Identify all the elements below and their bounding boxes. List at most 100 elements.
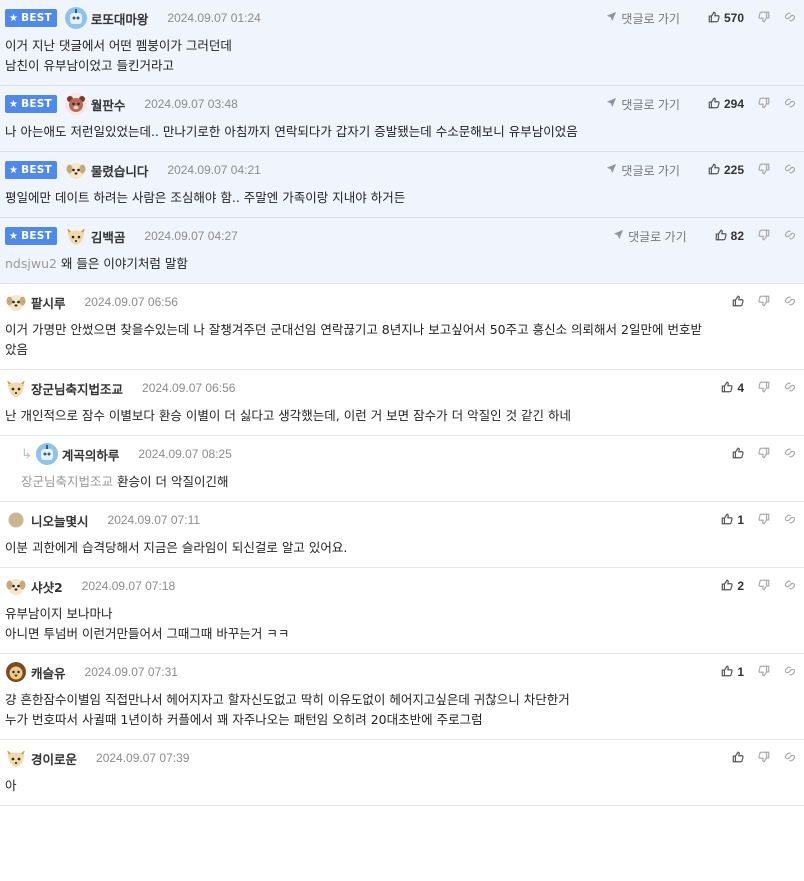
upvote-button[interactable]: 1 xyxy=(721,665,744,680)
upvote-button[interactable]: 1 xyxy=(721,513,744,528)
comment-body: 걍 흔한잠수이별임 직접만나서 헤어지자고 할자신도없고 딱히 이유도없이 헤어… xyxy=(5,690,796,739)
share-link-button[interactable] xyxy=(784,751,796,766)
send-icon xyxy=(613,229,628,243)
thumbs-down-icon xyxy=(758,447,770,462)
comment-header: 니오늘몇시 2024.09.07 07:11 1 xyxy=(5,502,796,538)
go-to-reply-link[interactable]: 댓글로 가기 xyxy=(606,10,680,27)
user-nickname[interactable]: 경이로운 xyxy=(31,749,77,768)
share-link-button[interactable] xyxy=(784,513,796,528)
downvote-button[interactable] xyxy=(758,513,770,528)
user-nickname[interactable]: 월판수 xyxy=(91,95,126,114)
downvote-button[interactable] xyxy=(758,579,770,594)
link-icon xyxy=(784,163,796,178)
comment-actions: 1 xyxy=(707,513,796,528)
user-nickname[interactable]: 샤샷2 xyxy=(31,577,63,596)
downvote-button[interactable] xyxy=(758,97,770,112)
best-badge: ★ BEST xyxy=(5,9,57,27)
puppy-avatar-icon[interactable] xyxy=(5,575,27,597)
downvote-button[interactable] xyxy=(758,665,770,680)
fox-avatar-icon[interactable] xyxy=(5,377,27,399)
comment: 샤샷2 2024.09.07 07:18 2 유부남이지 보나마나 아니면 투넘버 이런… xyxy=(0,568,804,654)
dot-avatar-icon[interactable] xyxy=(5,509,27,531)
upvote-button[interactable]: 2 xyxy=(721,579,744,594)
downvote-button[interactable] xyxy=(758,163,770,178)
comment-date: 2024.09.07 07:31 xyxy=(84,665,178,679)
link-icon xyxy=(784,579,796,594)
share-link-button[interactable] xyxy=(784,381,796,396)
robot-avatar-icon[interactable] xyxy=(64,7,87,29)
user-nickname[interactable]: 장군님축지법조교 xyxy=(31,379,123,398)
robot-avatar-icon[interactable] xyxy=(35,443,58,465)
thumbs-up-icon xyxy=(732,447,744,462)
share-link-button[interactable] xyxy=(784,295,796,310)
downvote-button[interactable] xyxy=(758,381,770,396)
downvote-button[interactable] xyxy=(758,751,770,766)
upvote-button[interactable]: 570 xyxy=(708,11,744,26)
go-to-reply-link[interactable]: 댓글로 가기 xyxy=(606,162,680,179)
share-link-button[interactable] xyxy=(784,447,796,462)
share-link-button[interactable] xyxy=(784,11,796,26)
fox-avatar-icon[interactable] xyxy=(65,225,87,247)
comment-line: 았음 xyxy=(5,342,29,357)
comment-header: ★ BEST 로또대마왕 2024.09.07 01:24 댓글로 가기 570 xyxy=(5,0,796,36)
user-nickname[interactable]: 계곡의하루 xyxy=(62,445,120,464)
downvote-button[interactable] xyxy=(758,295,770,310)
mention-tag[interactable]: 장군님축지법조교 xyxy=(21,474,113,489)
upvote-button[interactable]: 294 xyxy=(708,97,744,112)
downvote-button[interactable] xyxy=(758,11,770,26)
go-to-reply-link[interactable]: 댓글로 가기 xyxy=(606,96,680,113)
user-nickname[interactable]: 캐슬유 xyxy=(31,663,66,682)
comment-header: 캐슬유 2024.09.07 07:31 1 xyxy=(5,654,796,690)
upvote-button[interactable] xyxy=(732,447,744,462)
comment-date: 2024.09.07 04:27 xyxy=(144,229,238,243)
comment-actions: 4 xyxy=(707,381,796,396)
share-link-button[interactable] xyxy=(784,579,796,594)
downvote-button[interactable] xyxy=(758,229,770,244)
comment: 장군님축지법조교 2024.09.07 06:56 4 난 개인적으로 잠수 이별보다… xyxy=(0,370,804,436)
go-to-reply-link[interactable]: 댓글로 가기 xyxy=(613,228,687,245)
share-link-button[interactable] xyxy=(784,665,796,680)
comment-actions: 댓글로 가기 570 xyxy=(606,10,796,27)
puppy-avatar-icon[interactable] xyxy=(5,291,27,313)
user-nickname[interactable]: 로또대마왕 xyxy=(91,9,149,28)
thumbs-down-icon xyxy=(758,513,770,528)
bear-avatar-icon[interactable] xyxy=(64,93,87,115)
comment: 팥시루 2024.09.07 06:56 이거 가명만 안썼으면 찾을수있는데 나 … xyxy=(0,284,804,370)
upvote-count: 1 xyxy=(737,513,744,527)
comment-line: 난 개인적으로 잠수 이별보다 환승 이별이 더 싫다고 생각했는데, 이런 거… xyxy=(5,408,572,423)
user-nickname[interactable]: 팥시루 xyxy=(31,293,66,312)
mention-tag[interactable]: ndsjwu2 xyxy=(5,256,57,271)
comment-date: 2024.09.07 04:21 xyxy=(167,163,261,177)
user-nickname[interactable]: 물렸습니다 xyxy=(91,161,149,180)
thumbs-up-icon xyxy=(721,381,733,396)
comment-date: 2024.09.07 07:39 xyxy=(96,751,190,765)
comment-header: ★ BEST 물렸습니다 2024.09.07 04:21 댓글로 가기 225 xyxy=(5,152,796,188)
best-comment: ★ BEST 김백곰 2024.09.07 04:27 댓글로 가기 82 ndsjwu2 왜… xyxy=(0,218,804,284)
comment-header: 팥시루 2024.09.07 06:56 xyxy=(5,284,796,320)
star-icon: ★ xyxy=(9,164,19,176)
comment-date: 2024.09.07 06:56 xyxy=(84,295,178,309)
best-badge: ★ BEST xyxy=(5,161,57,179)
upvote-button[interactable]: 82 xyxy=(715,229,744,244)
comment-body: 이거 지난 댓글에서 어떤 펨붕이가 그러던데 남친이 유부남이었고 들킨거라고 xyxy=(5,36,796,85)
best-comment: ★ BEST 로또대마왕 2024.09.07 01:24 댓글로 가기 570 이거 지난… xyxy=(0,0,804,86)
downvote-button[interactable] xyxy=(758,447,770,462)
upvote-button[interactable]: 225 xyxy=(708,163,744,178)
comment-body: 평일에만 데이트 하려는 사람은 조심해야 함.. 주말엔 가족이랑 지내야 하… xyxy=(5,188,796,217)
comment-date: 2024.09.07 06:56 xyxy=(142,381,236,395)
share-link-button[interactable] xyxy=(784,163,796,178)
share-link-button[interactable] xyxy=(784,97,796,112)
puppy-avatar-icon[interactable] xyxy=(65,159,87,181)
best-badge: ★ BEST xyxy=(5,95,57,113)
upvote-button[interactable] xyxy=(732,295,744,310)
lion-avatar-icon[interactable] xyxy=(5,661,27,683)
comment: 캐슬유 2024.09.07 07:31 1 걍 흔한잠수이별임 직접만나서 헤어지자… xyxy=(0,654,804,740)
user-nickname[interactable]: 니오늘몇시 xyxy=(31,511,89,530)
link-icon xyxy=(784,381,796,396)
upvote-button[interactable] xyxy=(732,751,744,766)
user-nickname[interactable]: 김백곰 xyxy=(91,227,126,246)
upvote-button[interactable]: 4 xyxy=(721,381,744,396)
share-link-button[interactable] xyxy=(784,229,796,244)
upvote-count: 82 xyxy=(730,229,744,243)
fox-avatar-icon[interactable] xyxy=(5,747,27,769)
